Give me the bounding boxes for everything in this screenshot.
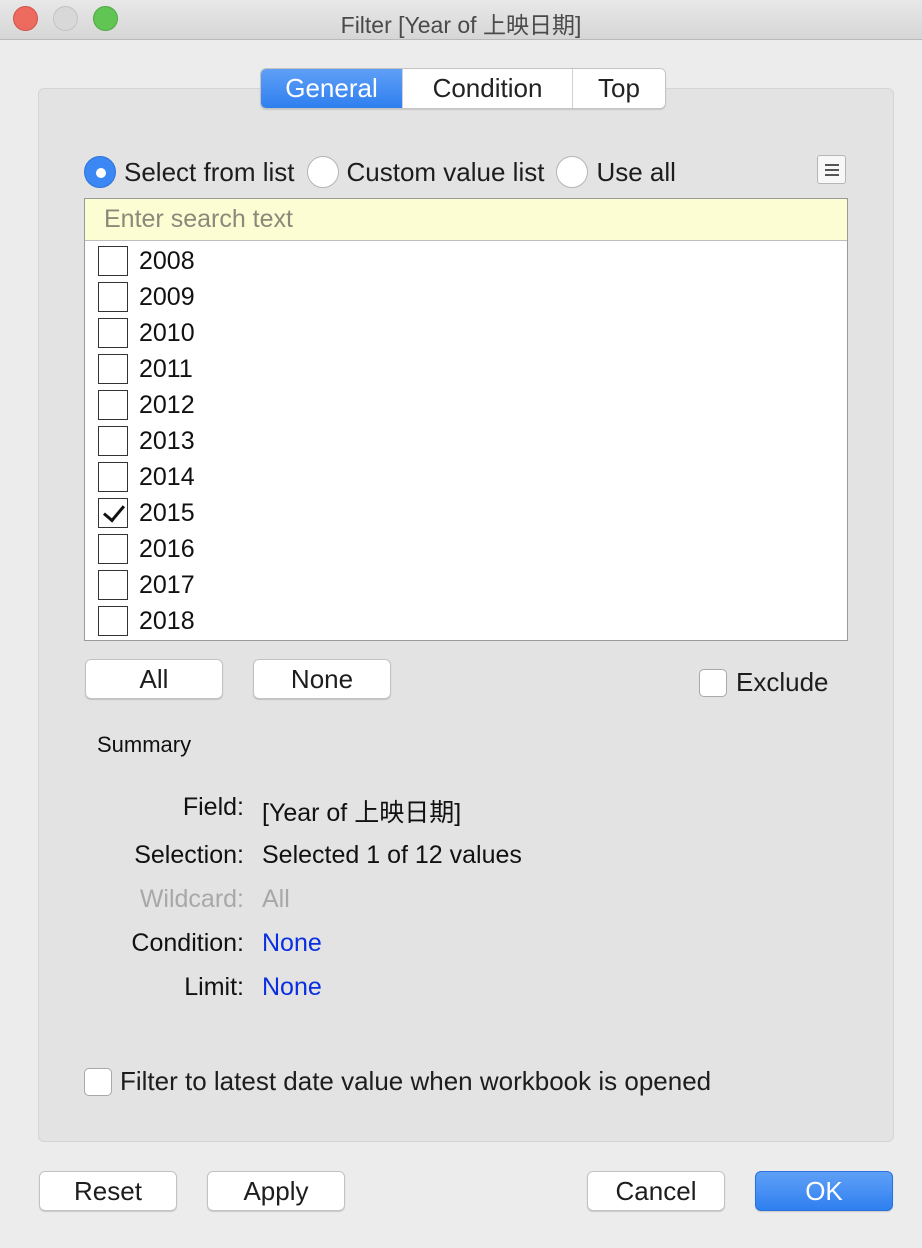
condition-link[interactable]: None — [262, 929, 322, 958]
list-item-checkbox[interactable] — [98, 462, 128, 492]
list-menu-icon[interactable] — [817, 155, 846, 184]
radio-custom-value-list[interactable] — [306, 156, 339, 188]
list-item-checkbox[interactable] — [98, 570, 128, 600]
search-input[interactable] — [85, 199, 847, 241]
tab-general[interactable]: General — [261, 69, 402, 108]
list-item-checkbox[interactable] — [98, 318, 128, 348]
summary-value: All — [262, 885, 290, 913]
list-item[interactable]: 2018 — [85, 603, 847, 639]
list-item-label: 2016 — [139, 534, 195, 563]
list-menu-line — [824, 163, 839, 166]
summary-row-limit: Limit: None — [0, 973, 922, 1005]
list-item-label: 2017 — [139, 570, 195, 599]
summary-row-condition: Condition: None — [0, 929, 922, 961]
list-item-label: 2009 — [139, 282, 195, 311]
summary-row-field: Field: [Year of 上映日期] — [0, 793, 922, 827]
summary-label: Field: — [182, 793, 244, 821]
list-item-checkbox[interactable] — [98, 390, 128, 420]
value-list-items: 2008 2009 2010 2011 2012 2013 2014 2015 … — [85, 243, 847, 639]
latest-date-checkbox[interactable] — [84, 1067, 112, 1096]
ok-button[interactable]: OK — [755, 1171, 893, 1211]
list-menu-line — [824, 173, 839, 176]
radio-custom-value-list-label[interactable]: Custom value list — [347, 157, 545, 188]
exclude-label[interactable]: Exclude — [736, 667, 829, 698]
radio-select-from-list-label[interactable]: Select from list — [124, 157, 295, 188]
list-item-label: 2014 — [139, 462, 195, 491]
radio-select-from-list[interactable] — [84, 156, 116, 188]
list-item[interactable]: 2009 — [85, 279, 847, 315]
limit-link[interactable]: None — [262, 973, 322, 1002]
summary-label: Condition: — [131, 929, 244, 957]
list-item[interactable]: 2012 — [85, 387, 847, 423]
list-item[interactable]: 2017 — [85, 567, 847, 603]
list-item-checkbox[interactable] — [98, 354, 128, 384]
summary-label: Selection: — [134, 841, 244, 869]
list-item-label: 2012 — [139, 390, 195, 419]
list-item-checkbox[interactable] — [98, 426, 128, 456]
select-all-button[interactable]: All — [85, 659, 223, 699]
cancel-button[interactable]: Cancel — [587, 1171, 725, 1211]
list-item-label: 2010 — [139, 318, 195, 347]
list-item[interactable]: 2016 — [85, 531, 847, 567]
exclude-checkbox[interactable] — [699, 668, 727, 697]
list-item-label: 2011 — [139, 354, 193, 383]
list-item-checkbox[interactable] — [98, 282, 128, 312]
latest-date-option[interactable]: Filter to latest date value when workboo… — [84, 1066, 711, 1097]
filter-dialog: Filter [Year of 上映日期] General Condition … — [0, 0, 922, 1248]
list-item[interactable]: 2008 — [85, 243, 847, 279]
exclude-option[interactable]: Exclude — [699, 667, 829, 698]
list-item[interactable]: 2010 — [85, 315, 847, 351]
list-item-label: 2018 — [139, 606, 195, 635]
summary-value: Selected 1 of 12 values — [262, 841, 522, 869]
window-title: Filter [Year of 上映日期] — [340, 12, 582, 38]
list-item-checkbox[interactable] — [98, 498, 128, 528]
list-item-label: 2015 — [139, 498, 195, 527]
list-item-checkbox[interactable] — [98, 606, 128, 636]
apply-button[interactable]: Apply — [207, 1171, 345, 1211]
title-bar[interactable]: Filter [Year of 上映日期] — [0, 0, 922, 40]
list-item[interactable]: 2015 — [85, 495, 847, 531]
tab-top[interactable]: Top — [572, 69, 665, 108]
radio-use-all-label[interactable]: Use all — [596, 157, 675, 188]
radio-use-all[interactable] — [556, 156, 589, 188]
summary-value: [Year of 上映日期] — [262, 799, 462, 827]
list-item-label: 2013 — [139, 426, 195, 455]
list-item-label: 2008 — [139, 246, 195, 275]
list-item[interactable]: 2011 — [85, 351, 847, 387]
tab-bar: General Condition Top — [260, 68, 666, 109]
reset-button[interactable]: Reset — [39, 1171, 177, 1211]
list-item-checkbox[interactable] — [98, 534, 128, 564]
summary-row-wildcard: Wildcard: All — [0, 885, 922, 917]
mode-selector: Select from list Custom value list Use a… — [84, 153, 688, 191]
list-item[interactable]: 2013 — [85, 423, 847, 459]
tab-condition[interactable]: Condition — [402, 69, 572, 108]
list-menu-line — [824, 168, 839, 171]
summary-label: Wildcard: — [139, 885, 244, 913]
latest-date-label[interactable]: Filter to latest date value when workboo… — [120, 1066, 711, 1097]
list-item-checkbox[interactable] — [98, 246, 128, 276]
list-item[interactable]: 2014 — [85, 459, 847, 495]
select-none-button[interactable]: None — [253, 659, 391, 699]
summary-label: Limit: — [184, 973, 244, 1001]
value-list: 2008 2009 2010 2011 2012 2013 — [84, 198, 848, 641]
summary-heading: Summary — [97, 732, 192, 757]
summary-row-selection: Selection: Selected 1 of 12 values — [0, 841, 922, 873]
